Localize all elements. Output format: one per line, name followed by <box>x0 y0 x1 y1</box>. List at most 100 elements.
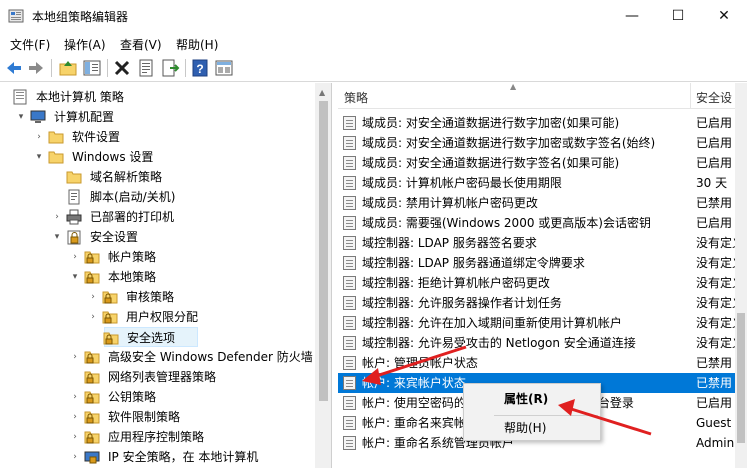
collapse-chevron-icon[interactable]: ▾ <box>34 147 44 167</box>
tree-item-defender-firewall[interactable]: › 高级安全 Windows Defender 防火墙 <box>0 347 315 367</box>
menu-file[interactable]: 文件(F) <box>10 36 50 53</box>
maximize-button[interactable]: ☐ <box>655 0 701 32</box>
policy-name: 域成员: 计算机帐户密码最长使用期限 <box>362 176 562 190</box>
tree-item-deployed-printers[interactable]: › 已部署的打印机 <box>0 207 315 227</box>
policy-name: 域控制器: LDAP 服务器通道绑定令牌要求 <box>362 256 585 270</box>
tree-item-audit-policy[interactable]: › 审核策略 <box>0 287 315 307</box>
policy-row[interactable]: 域成员: 对安全通道数据进行数字加密(如果可能) 已启用 <box>338 113 735 133</box>
policy-name: 域控制器: 允许易受攻击的 Netlogon 安全通道连接 <box>362 336 636 350</box>
policy-name: 域成员: 对安全通道数据进行数字加密或数字签名(始终) <box>362 136 656 150</box>
expand-chevron-icon[interactable]: › <box>70 247 80 267</box>
properties-icon[interactable] <box>136 58 156 78</box>
expand-chevron-icon[interactable]: › <box>88 287 98 307</box>
tree-item-ip-security[interactable]: › IP 安全策略，在 本地计算机 <box>0 447 315 467</box>
tree-item-account-policies[interactable]: › 帐户策略 <box>0 247 315 267</box>
forward-icon[interactable] <box>26 58 46 78</box>
lock-folder-icon <box>84 351 100 364</box>
tree-item-local-policies[interactable]: ▾ 本地策略 <box>0 267 315 287</box>
policy-row[interactable]: 域控制器: 允许服务器操作者计划任务 没有定义 <box>338 293 744 313</box>
tree-item-windows-settings[interactable]: ▾ Windows 设置 <box>0 147 315 167</box>
list-scrollbar-thumb[interactable] <box>737 313 745 443</box>
scroll-up-icon[interactable]: ▲ <box>319 88 325 97</box>
tree-item-security-settings[interactable]: ▾ 安全设置 <box>0 227 315 247</box>
tree-item-label: 公钥策略 <box>108 390 157 404</box>
policy-row[interactable]: 域控制器: LDAP 服务器通道绑定令牌要求 没有定义 <box>338 253 744 273</box>
tree-item-scripts[interactable]: 脚本(启动/关机) <box>0 187 315 207</box>
expand-chevron-icon[interactable]: › <box>52 207 62 227</box>
policy-row[interactable]: 域成员: 需要强(Windows 2000 或更高版本)会话密钥 已启用 <box>338 213 735 233</box>
lock-folder-icon <box>103 332 119 345</box>
policy-row[interactable]: 域成员: 对安全通道数据进行数字签名(如果可能) 已启用 <box>338 153 735 173</box>
policy-name: 域控制器: LDAP 服务器签名要求 <box>362 236 537 250</box>
policy-value: 已启用 <box>696 116 733 130</box>
expand-chevron-icon[interactable]: › <box>70 427 80 447</box>
policy-setting-icon <box>343 416 356 430</box>
policy-row[interactable]: 域控制器: 允许易受攻击的 Netlogon 安全通道连接 没有定义 <box>338 333 744 353</box>
menu-view[interactable]: 查看(V) <box>120 36 162 53</box>
expand-chevron-icon[interactable]: › <box>34 127 44 147</box>
computer-icon <box>30 110 46 123</box>
export-icon[interactable] <box>160 58 180 78</box>
column-security-setting[interactable]: 安全设 <box>696 89 732 106</box>
expand-chevron-icon[interactable]: › <box>88 307 98 327</box>
expand-chevron-icon[interactable]: › <box>70 407 80 427</box>
expand-chevron-icon[interactable]: › <box>70 387 80 407</box>
tree-item-app-control[interactable]: › 应用程序控制策略 <box>0 427 315 447</box>
menu-item-help[interactable]: 帮助(H) <box>464 417 600 439</box>
column-policy[interactable]: 策略 <box>344 89 368 106</box>
tree-item-software-restriction[interactable]: › 软件限制策略 <box>0 407 315 427</box>
tree-item-user-rights[interactable]: › 用户权限分配 <box>0 307 315 327</box>
back-icon[interactable] <box>4 58 24 78</box>
policy-name: 域成员: 禁用计算机帐户密码更改 <box>362 196 538 210</box>
policy-row[interactable]: 帐户: 管理员帐户状态 已禁用 <box>338 353 735 373</box>
policy-row[interactable]: 域控制器: LDAP 服务器签名要求 没有定义 <box>338 233 744 253</box>
tree-item-computer-config[interactable]: ▾ 计算机配置 <box>0 107 315 127</box>
tree-item-name-resolution-policy[interactable]: 域名解析策略 <box>0 167 315 187</box>
tree-pane[interactable]: ▲ 本地计算机 策略 ▾ 计算机配置 › 软件设置 ▾ Windows 设置 域名解析策略 脚本… <box>0 83 332 468</box>
tree-scrollbar-thumb[interactable] <box>319 101 328 401</box>
tree-scrollbar[interactable]: ▲ <box>315 83 331 468</box>
policy-value: 已启用 <box>696 216 733 230</box>
printer-icon <box>66 209 82 225</box>
delete-icon[interactable] <box>112 58 132 78</box>
expand-chevron-icon[interactable]: › <box>70 347 80 367</box>
policy-row[interactable]: 域控制器: 拒绝计算机帐户密码更改 没有定义 <box>338 273 744 293</box>
policy-row[interactable]: 域控制器: 允许在加入域期间重新使用计算机帐户 没有定义 <box>338 313 744 333</box>
expand-chevron-icon[interactable]: › <box>70 447 80 467</box>
tree-item-local-computer-policy[interactable]: 本地计算机 策略 <box>0 87 315 107</box>
tree-item-label: 审核策略 <box>126 290 175 304</box>
lock-folder-icon <box>84 251 100 264</box>
help-icon[interactable]: ? <box>190 58 210 78</box>
policy-row[interactable]: 域成员: 对安全通道数据进行数字加密或数字签名(始终) 已启用 <box>338 133 735 153</box>
policy-name: 域控制器: 允许在加入域期间重新使用计算机帐户 <box>362 316 622 330</box>
show-tree-icon[interactable] <box>82 58 102 78</box>
menu-item-properties[interactable]: 属性(R) <box>464 388 600 410</box>
policy-setting-icon <box>343 296 356 310</box>
sort-ascending-icon: ▲ <box>510 83 517 91</box>
list-scrollbar[interactable] <box>735 83 747 468</box>
menu-help[interactable]: 帮助(H) <box>176 36 218 53</box>
tree-item-label: 用户权限分配 <box>126 310 199 324</box>
tree-item-label: 已部署的打印机 <box>90 210 175 224</box>
policy-setting-icon <box>343 116 356 130</box>
tree-item-security-options[interactable]: 安全选项 <box>103 327 198 347</box>
minimize-button[interactable]: — <box>609 0 655 32</box>
policy-row[interactable]: 域成员: 禁用计算机帐户密码更改 已禁用 <box>338 193 735 213</box>
policy-value: 已启用 <box>696 156 733 170</box>
collapse-chevron-icon[interactable]: ▾ <box>16 107 26 127</box>
policy-row[interactable]: 域成员: 计算机帐户密码最长使用期限 30 天 <box>338 173 735 193</box>
up-folder-icon[interactable] <box>58 58 78 78</box>
tree-item-label: IP 安全策略，在 本地计算机 <box>108 450 259 464</box>
collapse-chevron-icon[interactable]: ▾ <box>52 227 62 247</box>
tree-item-network-list-manager[interactable]: 网络列表管理器策略 <box>0 367 315 387</box>
close-button[interactable]: ✕ <box>701 0 747 32</box>
tree-item-public-key-policies[interactable]: › 公钥策略 <box>0 387 315 407</box>
menu-action[interactable]: 操作(A) <box>64 36 106 53</box>
tree-item-software-settings[interactable]: › 软件设置 <box>0 127 315 147</box>
policy-setting-icon <box>343 376 356 390</box>
toolbar: ? <box>0 54 747 82</box>
lock-folder-icon <box>84 391 100 404</box>
collapse-chevron-icon[interactable]: ▾ <box>70 267 80 287</box>
view-icon[interactable] <box>214 58 234 78</box>
tree-item-label: 帐户策略 <box>108 250 157 264</box>
